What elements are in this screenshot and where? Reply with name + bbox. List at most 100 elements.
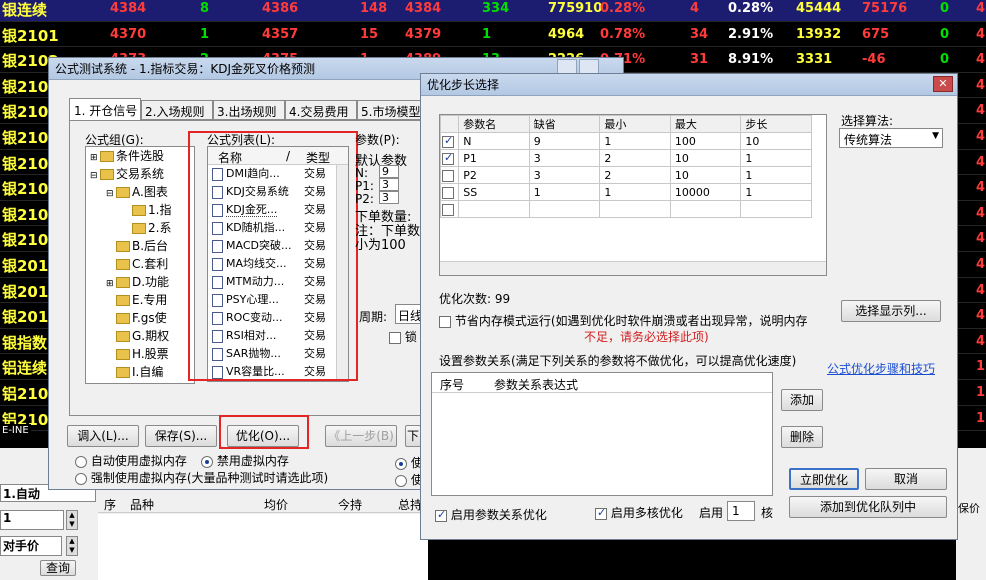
quote-cell: 4 <box>976 333 986 349</box>
param-grid-row[interactable]: SS 1 1 10000 1 <box>439 183 812 201</box>
tree-node[interactable]: G.期权 <box>86 327 194 345</box>
load-button[interactable]: 调入(L)... <box>67 425 139 447</box>
tree-node[interactable]: H.股票 <box>86 345 194 363</box>
tree-node[interactable]: I.自编 <box>86 363 194 381</box>
save-button[interactable]: 保存(S)... <box>145 425 217 447</box>
add-relation-button[interactable]: 添加 <box>781 389 823 411</box>
param-grid-hscroll[interactable] <box>440 261 826 275</box>
tree-node[interactable]: 2.系 <box>86 219 194 237</box>
close-icon[interactable]: ✕ <box>933 76 953 92</box>
tab-exit-rules[interactable]: 3.出场规则 <box>213 100 285 120</box>
prev-step-button[interactable]: 《上一步(B) <box>325 425 397 447</box>
cancel-button[interactable]: 取消 <box>865 468 947 490</box>
relation-table[interactable]: 序号 参数关系表达式 <box>431 372 773 496</box>
tab-entry-rules[interactable]: 2.入场规则 <box>141 100 213 120</box>
radio-use-1[interactable]: 使 <box>395 454 423 471</box>
param-grid[interactable]: 参数名缺省最小最大步长N9110010P132101P232101SS11100… <box>439 114 827 276</box>
tree-node[interactable]: B.后台 <box>86 237 194 255</box>
param-grid-cell[interactable]: 2 <box>599 149 671 167</box>
folder-icon <box>116 259 130 270</box>
quote-cell: 4370 <box>110 26 147 42</box>
param-enable-checkbox[interactable] <box>442 134 454 148</box>
enable-relation-checkbox[interactable]: 启用参数关系优化 <box>435 506 547 523</box>
param-grid-cell[interactable]: SS <box>458 183 530 201</box>
param-value-input[interactable]: 3 <box>379 191 399 204</box>
tips-link[interactable]: 公式优化步骤和技巧 <box>827 360 935 377</box>
memory-mode-checkbox[interactable]: 节省内存模式运行(如遇到优化时软件崩溃或者出现异常，说明内存 <box>439 312 808 329</box>
param-grid-cell[interactable] <box>599 200 671 218</box>
param-grid-cell[interactable] <box>669 200 742 218</box>
tree-label: 条件选股 <box>116 149 165 163</box>
param-grid-cell[interactable]: 10 <box>740 132 812 150</box>
query-button[interactable]: 查询 <box>40 560 76 576</box>
param-enable-checkbox[interactable] <box>442 151 454 165</box>
param-value-input[interactable]: 3 <box>379 178 399 191</box>
lock-checkbox[interactable]: 锁 <box>389 328 417 345</box>
tree-node[interactable]: ⊞ 条件选股 <box>86 147 194 165</box>
quote-cell: 0 <box>940 26 950 42</box>
param-grid-cell[interactable]: 1 <box>740 166 812 184</box>
tree-node[interactable]: ⊟ 交易系统 <box>86 165 194 183</box>
tree-node[interactable]: C.套利 <box>86 255 194 273</box>
param-grid-cell[interactable]: 10 <box>669 149 742 167</box>
param-grid-cell[interactable]: 100 <box>669 132 742 150</box>
param-enable-checkbox[interactable] <box>442 186 454 199</box>
quantity-input[interactable]: 1 <box>0 510 64 530</box>
param-grid-cell[interactable]: 1 <box>599 132 671 150</box>
param-grid-cell[interactable]: P1 <box>458 149 530 167</box>
param-grid-cell[interactable]: 1 <box>599 183 671 201</box>
param-grid-cell[interactable]: N <box>458 132 530 150</box>
param-grid-cell[interactable]: 1 <box>740 183 812 201</box>
param-grid-row[interactable]: P132101 <box>439 149 812 167</box>
tree-label: A.图表 <box>132 185 168 199</box>
param-grid-cell[interactable] <box>740 200 812 218</box>
param-grid-cell[interactable]: 2 <box>599 166 671 184</box>
tree-node[interactable]: E.专用 <box>86 291 194 309</box>
price-stepper[interactable]: ▲ ▼ <box>66 536 78 556</box>
param-grid-cell[interactable]: P2 <box>458 166 530 184</box>
param-grid-cell[interactable]: 3 <box>528 149 601 167</box>
select-columns-button[interactable]: 选择显示列... <box>841 300 941 322</box>
tree-node[interactable]: ⊟ A.图表 <box>86 183 194 201</box>
param-grid-cell[interactable]: 3 <box>528 166 601 184</box>
param-grid-cell[interactable] <box>528 200 601 218</box>
param-grid-cell[interactable]: 10 <box>669 166 742 184</box>
tree-node[interactable]: F.gs使 <box>86 309 194 327</box>
next-step-button[interactable]: 下 <box>405 425 421 447</box>
price-type-select[interactable]: 对手价 <box>0 536 62 556</box>
algo-select[interactable]: 传统算法 ▼ <box>839 128 943 148</box>
param-grid-cell[interactable] <box>458 200 530 218</box>
enable-multicore-checkbox[interactable]: 启用多核优化 <box>595 504 683 521</box>
param-grid-row[interactable]: N9110010 <box>439 132 812 150</box>
delete-relation-button[interactable]: 删除 <box>781 426 823 448</box>
quote-row[interactable]: 银连续 4384 8 4386 148 4384 334 775910 0.28% 4 0.28% 4… <box>0 0 986 22</box>
param-enable-checkbox[interactable] <box>442 169 454 182</box>
param-grid-cell[interactable]: 1 <box>528 183 601 201</box>
param-grid-row[interactable] <box>439 200 812 218</box>
optimize-now-button[interactable]: 立即优化 <box>789 468 859 490</box>
note-label-2: 小为100 <box>355 238 406 253</box>
param-grid-cell[interactable]: 1 <box>740 149 812 167</box>
radio-auto-vmem[interactable]: 自动使用虚拟内存 <box>75 452 187 469</box>
quote-cell: 4379 <box>405 26 442 42</box>
param-enable-checkbox[interactable] <box>442 203 454 216</box>
radio-force-vmem[interactable]: 强制使用虚拟内存(大量品种测试时请选此项) <box>75 469 328 486</box>
param-grid-cell[interactable]: 10000 <box>669 183 742 201</box>
core-count-input[interactable]: 1 <box>727 501 755 521</box>
folder-icon <box>116 187 130 198</box>
formula-group-tree[interactable]: ⊞ 条件选股 ⊟ 交易系统 ⊟ A.图表 1.指 2.系 B.后台 C.套利 ⊞ D.功能 E.专用 F.… <box>85 146 195 384</box>
quantity-stepper[interactable]: ▲ ▼ <box>66 510 78 530</box>
quote-row[interactable]: 银2101 4370 1 4357 15 4379 1 4964 0.78% 34 2.91% 139… <box>0 22 986 48</box>
add-to-queue-button[interactable]: 添加到优化队列中 <box>789 496 947 518</box>
market-tab[interactable]: E-INE <box>0 424 31 438</box>
radio-use-2[interactable]: 使 <box>395 471 423 488</box>
tree-node[interactable]: 1.指 <box>86 201 194 219</box>
radio-disable-vmem[interactable]: 禁用虚拟内存 <box>201 452 289 469</box>
param-grid-row[interactable]: P2 3 2 10 1 <box>439 166 812 184</box>
tab-fees[interactable]: 4.交易费用 <box>285 100 357 120</box>
tree-node[interactable]: ⊞ D.功能 <box>86 273 194 291</box>
param-value-input[interactable]: 9 <box>379 165 399 178</box>
tab-open-signal[interactable]: 1. 开仓信号 <box>69 98 141 120</box>
highlight-formula-list <box>188 131 358 381</box>
param-grid-cell[interactable]: 9 <box>528 132 601 150</box>
